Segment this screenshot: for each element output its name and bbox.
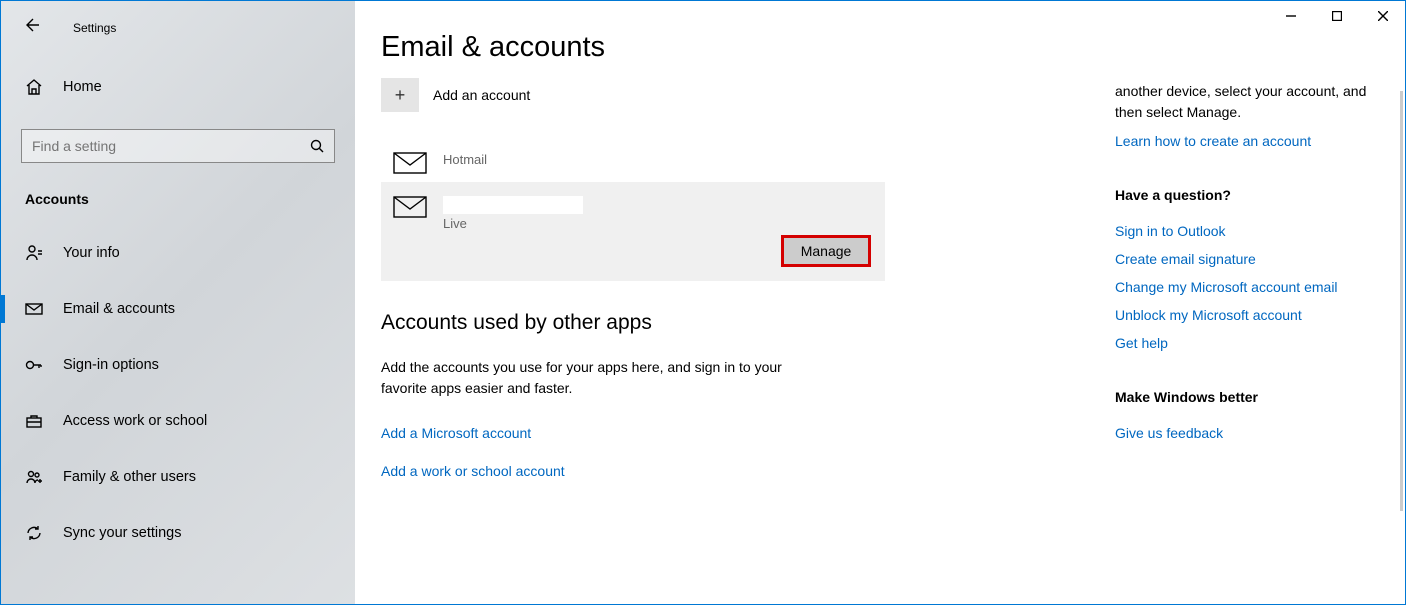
nav-label: Family & other users (63, 469, 196, 485)
nav-label: Email & accounts (63, 301, 175, 317)
home-nav[interactable]: Home (1, 63, 355, 111)
sidebar-item-your-info[interactable]: Your info (1, 231, 355, 275)
search-input[interactable] (32, 138, 310, 154)
account-row-hotmail[interactable]: Hotmail (381, 138, 885, 182)
help-link-change-email[interactable]: Change my Microsoft account email (1115, 279, 1375, 295)
nav-label: Sync your settings (63, 525, 181, 541)
account-provider: Hotmail (443, 152, 487, 167)
nav-label: Access work or school (63, 413, 207, 429)
learn-create-account-link[interactable]: Learn how to create an account (1115, 133, 1375, 149)
add-account-label: Add an account (433, 87, 530, 103)
home-icon (25, 78, 43, 96)
help-link-gethelp[interactable]: Get help (1115, 335, 1375, 351)
main-panel: Email & accounts + Add an account Hotmai… (355, 1, 1405, 604)
plus-icon: + (381, 78, 419, 112)
sidebar-item-access-work[interactable]: Access work or school (1, 399, 355, 443)
feedback-link[interactable]: Give us feedback (1115, 425, 1375, 441)
account-provider: Live (443, 216, 583, 231)
person-icon (25, 244, 43, 262)
key-icon (25, 356, 43, 374)
briefcase-icon (25, 412, 43, 430)
page-title: Email & accounts (381, 31, 1115, 64)
scrollbar[interactable] (1400, 91, 1403, 511)
category-label: Accounts (1, 181, 355, 225)
info-text: another device, select your account, and… (1115, 81, 1375, 123)
add-account-row[interactable]: + Add an account (381, 74, 1115, 116)
search-icon (310, 139, 324, 153)
account-name-redacted (443, 196, 583, 214)
minimize-button[interactable] (1268, 0, 1314, 32)
sidebar: Settings Home Accounts Your info Email &… (1, 1, 355, 604)
nav-label: Sign-in options (63, 357, 159, 373)
sidebar-item-family[interactable]: Family & other users (1, 455, 355, 499)
question-heading: Have a question? (1115, 187, 1375, 203)
manage-button[interactable]: Manage (781, 235, 871, 267)
help-link-outlook[interactable]: Sign in to Outlook (1115, 223, 1375, 239)
account-row-live[interactable]: Live Manage (381, 182, 885, 281)
search-box[interactable] (21, 129, 335, 163)
better-heading: Make Windows better (1115, 389, 1375, 405)
sidebar-item-sync[interactable]: Sync your settings (1, 511, 355, 555)
content: Email & accounts + Add an account Hotmai… (355, 1, 1115, 604)
sidebar-item-signin-options[interactable]: Sign-in options (1, 343, 355, 387)
people-icon (25, 468, 43, 486)
sidebar-item-email-accounts[interactable]: Email & accounts (1, 287, 355, 331)
help-link-signature[interactable]: Create email signature (1115, 251, 1375, 267)
mail-icon (391, 152, 429, 174)
app-root: Settings Home Accounts Your info Email &… (1, 1, 1405, 604)
help-link-unblock[interactable]: Unblock my Microsoft account (1115, 307, 1375, 323)
other-apps-heading: Accounts used by other apps (381, 311, 1115, 335)
home-label: Home (63, 79, 102, 95)
mail-icon (391, 196, 429, 218)
right-column: another device, select your account, and… (1115, 1, 1405, 604)
sync-icon (25, 524, 43, 542)
titlebar (0, 0, 1406, 32)
add-work-account-link[interactable]: Add a work or school account (381, 463, 1115, 479)
close-button[interactable] (1360, 0, 1406, 32)
other-apps-desc: Add the accounts you use for your apps h… (381, 357, 821, 399)
add-ms-account-link[interactable]: Add a Microsoft account (381, 425, 1115, 441)
mail-icon (25, 300, 43, 318)
maximize-button[interactable] (1314, 0, 1360, 32)
help-links: Sign in to Outlook Create email signatur… (1115, 223, 1375, 351)
nav-label: Your info (63, 245, 120, 261)
